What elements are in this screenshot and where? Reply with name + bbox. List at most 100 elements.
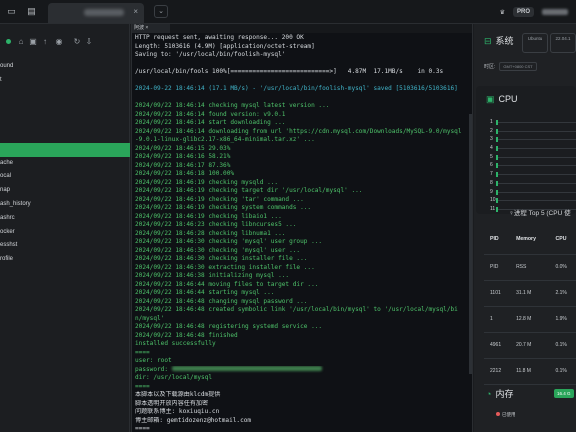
cpu-label: CPU xyxy=(498,94,518,104)
file-sidebar: ⌂ ▣ ↑ ◉ ↻ ⇩ ound t ache ocal nap ash_history a… xyxy=(0,24,130,432)
file-item[interactable]: t xyxy=(0,74,130,88)
cpu-core-row: 7 xyxy=(490,170,576,179)
cpu-core-label: 11 xyxy=(490,205,496,212)
monitor-icon: ⊟ xyxy=(484,36,492,46)
cpu-core-label: 6 xyxy=(490,162,493,169)
cpu-core-label: 2 xyxy=(490,127,493,134)
tab-dropdown-button[interactable]: ⌄ xyxy=(154,5,168,18)
close-icon[interactable]: × xyxy=(133,7,138,16)
process-column-header[interactable]: CPU xyxy=(549,224,576,255)
up-icon[interactable]: ↑ xyxy=(40,37,50,47)
cpu-core-track xyxy=(496,148,576,150)
cpu-core-bar xyxy=(496,128,498,134)
file-item[interactable]: ocker xyxy=(0,226,130,240)
terminal-tab[interactable]: 阿波 × xyxy=(132,24,170,33)
terminal-scrollbar[interactable] xyxy=(469,114,472,374)
terminal-line: 2024/09/22 18:46:14 found version: v9.0.… xyxy=(135,110,286,118)
terminal-line: 2024/09/22 18:46:30 extracting installer… xyxy=(135,263,315,271)
terminal-line: 2024/09/22 18:46:30 checking installer f… xyxy=(135,255,308,262)
terminal-line: 2024/09/22 18:46:30 checking 'mysql' use… xyxy=(135,238,323,245)
terminal-line: 2024/09/22 18:46:19 checking mysqld ... xyxy=(135,178,279,186)
terminal-line: ==== xyxy=(135,348,150,356)
terminal-line: 2024/09/22 18:46:19 checking 'tar' comma… xyxy=(135,195,304,203)
terminal-pane[interactable]: 阿波 × HTTP request sent, awaiting respons… xyxy=(131,24,473,432)
terminal-line: 博主邮箱: gemtidozenz@hotmail.com xyxy=(135,416,252,424)
process-cell: 2212 xyxy=(484,358,511,385)
terminal-line: 问题联系博主: koxiuqiu.cn xyxy=(135,408,220,415)
home-icon[interactable]: ⌂ xyxy=(16,37,26,47)
eye-icon[interactable]: ◉ xyxy=(54,37,64,47)
download-icon[interactable]: ⇩ xyxy=(84,37,94,47)
top-tab-bar: ▭ ▤ × ⌄ ♛ PRO xyxy=(0,0,576,24)
terminal-line: 2024/09/22 18:46:23 checking libncurses5… xyxy=(135,221,297,228)
refresh-icon[interactable]: ↻ xyxy=(72,37,82,47)
terminal-tab-strip: 阿波 × xyxy=(132,24,472,33)
file-item[interactable] xyxy=(0,88,130,102)
process-cell: 1101 xyxy=(484,280,511,307)
process-column-header[interactable]: Memory xyxy=(510,224,550,255)
timezone-label: 时区: xyxy=(484,64,496,70)
process-cell: 4961 xyxy=(484,332,511,359)
process-cell: 1 xyxy=(484,306,511,333)
file-item[interactable]: ash_history xyxy=(0,198,130,212)
memory-label: 内存 xyxy=(495,389,514,399)
process-column-header[interactable]: PID xyxy=(484,224,511,255)
process-row: PID RSS 0.0% xyxy=(484,254,576,281)
process-cell: 31.1 M xyxy=(510,280,550,307)
cpu-core-label: 8 xyxy=(490,179,493,186)
session-tab[interactable]: × xyxy=(48,3,144,23)
process-row: 1101 31.1 M 2.1% xyxy=(484,280,576,307)
document-icon[interactable]: ▤ xyxy=(26,6,37,17)
file-item[interactable] xyxy=(0,129,130,143)
file-item[interactable]: nap xyxy=(0,184,130,198)
file-item[interactable] xyxy=(0,142,130,157)
cpu-core-track xyxy=(496,200,576,202)
cpu-core-label: 9 xyxy=(490,188,493,195)
file-item[interactable] xyxy=(0,101,130,115)
memory-legend-label: 已使用 xyxy=(502,412,516,417)
terminal-line: 2024/09/22 18:46:28 checking libnuma1 ..… xyxy=(135,229,286,237)
file-item[interactable]: esshst xyxy=(0,239,130,253)
terminal-line: n/mysql' xyxy=(135,314,165,322)
cpu-core-bar xyxy=(496,120,498,125)
terminal-line: 2024/09/22 18:46:18 100.00% xyxy=(135,170,235,177)
terminal-line: 2024/09/22 18:46:44 moving files to targ… xyxy=(135,280,319,288)
window-icon[interactable]: ▭ xyxy=(6,6,17,17)
crown-icon[interactable]: ♛ xyxy=(500,9,505,16)
cpu-core-track xyxy=(496,130,576,132)
process-cell: 0.0% xyxy=(549,254,576,281)
cpu-core-row: 6 xyxy=(490,161,576,170)
terminal-line: Length: 5103616 (4.9M) [application/octe… xyxy=(135,42,315,50)
cpu-core-label: 10 xyxy=(490,197,496,204)
process-cell: RSS xyxy=(510,254,550,281)
terminal-line: password: xyxy=(135,366,469,375)
file-item[interactable]: ache xyxy=(0,157,130,171)
cpu-card: ▣ CPU 1 2 3 4 5 6 7 8 9 10 11 xyxy=(476,86,576,214)
pro-badge[interactable]: PRO xyxy=(512,7,534,17)
process-cell: 20.7 M xyxy=(510,332,550,359)
terminal-line: HTTP request sent, awaiting response... … xyxy=(135,34,304,41)
file-item[interactable]: ound xyxy=(0,60,130,74)
terminal-line: 2024/09/22 18:46:48 created symbolic lin… xyxy=(135,306,458,313)
sidebar-toolbar: ⌂ ▣ ↑ ◉ ↻ ⇩ xyxy=(0,36,130,50)
file-item[interactable] xyxy=(0,115,130,129)
cpu-header: ▣ CPU xyxy=(486,94,518,105)
terminal-line: 2024/09/22 18:46:30 checking 'mysql' use… xyxy=(135,246,301,254)
file-item[interactable]: ashrc xyxy=(0,212,130,226)
timezone-value: GMT+0800 CST xyxy=(499,62,537,71)
process-cell: 2.1% xyxy=(549,280,576,307)
file-item[interactable]: ocal xyxy=(0,170,130,184)
terminal-line: 本脚本以及下载源由klcdm提供 xyxy=(135,391,221,398)
terminal-line: 2024/09/22 18:46:16 58.21% xyxy=(135,153,231,160)
terminal-output[interactable]: HTTP request sent, awaiting response... … xyxy=(132,33,472,432)
account-name[interactable] xyxy=(542,9,568,15)
file-item[interactable]: rofile xyxy=(0,253,130,267)
process-cell: 0.1% xyxy=(549,332,576,359)
folder-icon[interactable]: ▣ xyxy=(28,37,38,47)
cpu-core-bar xyxy=(496,163,498,169)
terminal-line: -9.0.1-linux-glibc2.17-x86_64-minimal.ta… xyxy=(135,136,315,143)
terminal-line: 2024/09/22 18:46:48 changing mysql passw… xyxy=(135,297,308,305)
terminal-line: dir: /usr/local/mysql xyxy=(135,374,213,381)
cpu-core-row: 8 xyxy=(490,179,576,188)
